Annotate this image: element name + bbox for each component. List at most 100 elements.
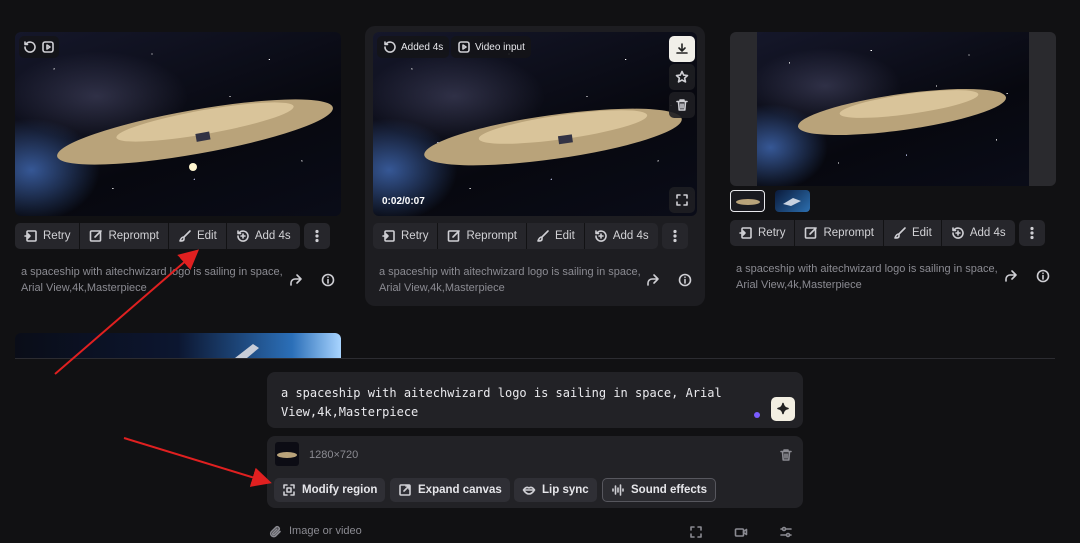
section-divider	[15, 358, 1055, 359]
more-options-button[interactable]	[303, 223, 330, 249]
pencil-square-icon	[805, 227, 818, 239]
edit-button[interactable]: Edit	[883, 220, 942, 246]
sound-effects-button[interactable]: Sound effects	[602, 478, 717, 502]
badge-row	[19, 36, 59, 58]
fullscreen-button[interactable]	[669, 187, 695, 213]
retry-button[interactable]: Retry	[730, 220, 796, 246]
reprompt-label: Reprompt	[466, 230, 517, 242]
reprompt-button[interactable]: Reprompt	[80, 223, 169, 249]
enhance-prompt-button[interactable]	[771, 397, 795, 421]
variant-thumbnail-2[interactable]	[775, 190, 810, 212]
expand-icon	[399, 484, 411, 496]
extend-icon	[237, 230, 249, 242]
favorite-button[interactable]	[669, 64, 695, 90]
timecode: 0:02/0:07	[382, 196, 425, 207]
add-4s-button[interactable]: Add 4s	[941, 220, 1015, 246]
video-description: a spaceship with aitechwizard logo is sa…	[379, 266, 641, 294]
retry-label: Retry	[401, 230, 429, 242]
video-thumbnail-4[interactable]	[15, 333, 341, 358]
video-description: a spaceship with aitechwizard logo is sa…	[21, 266, 283, 294]
add-4s-button[interactable]: Add 4s	[584, 223, 658, 249]
retry-button[interactable]: Retry	[373, 223, 439, 249]
aspect-ratio-button[interactable]	[687, 523, 705, 541]
edit-button[interactable]: Edit	[168, 223, 227, 249]
history-icon	[384, 41, 396, 53]
edit-label: Edit	[911, 227, 932, 239]
share-icon	[1005, 270, 1017, 282]
spaceship-image	[235, 344, 259, 358]
video-player[interactable]: Added 4s Video input 0:02/0:07	[373, 32, 697, 216]
video-thumbnail-3[interactable]	[730, 32, 1056, 186]
sparkle-icon	[777, 402, 789, 415]
retry-icon	[739, 227, 752, 239]
status-dot	[754, 412, 760, 418]
info-icon	[1036, 269, 1050, 283]
share-button[interactable]	[287, 271, 305, 289]
composer-bottom-bar: Image or video	[267, 519, 803, 543]
lips-icon	[522, 486, 536, 495]
info-button[interactable]	[319, 271, 337, 289]
expand-canvas-button[interactable]: Expand canvas	[390, 478, 510, 502]
reprompt-button[interactable]: Reprompt	[795, 220, 884, 246]
edit-label: Edit	[196, 230, 217, 242]
sound-effects-label: Sound effects	[631, 484, 708, 496]
prompt-input[interactable]: a spaceship with aitechwizard logo is sa…	[267, 372, 803, 428]
fullscreen-icon	[676, 194, 688, 206]
sliders-icon	[780, 526, 792, 538]
retry-label: Retry	[43, 230, 71, 242]
card-toolbar-2: Retry Reprompt Edit Add 4s	[373, 223, 688, 249]
video-input-label: Video input	[475, 41, 525, 53]
brush-icon	[179, 230, 191, 242]
share-icon	[290, 274, 302, 286]
info-icon	[321, 273, 335, 287]
trash-icon	[676, 99, 688, 111]
extend-icon	[595, 230, 607, 242]
video-mode-button[interactable]	[732, 523, 750, 541]
card-toolbar-3: Retry Reprompt Edit Add 4s	[730, 220, 1045, 246]
video-input-badge: Video input	[451, 36, 531, 58]
spaceship-image	[797, 88, 1007, 136]
history-icon	[24, 41, 36, 53]
more-options-button[interactable]	[661, 223, 688, 249]
camera-icon	[734, 528, 748, 537]
attach-button[interactable]	[267, 523, 285, 541]
spaceship-image	[736, 199, 760, 205]
video-icon	[458, 41, 470, 53]
more-vertical-icon	[673, 229, 677, 243]
info-icon	[678, 273, 692, 287]
paperclip-icon	[269, 526, 281, 538]
prompt-text[interactable]: a spaceship with aitechwizard logo is sa…	[281, 384, 751, 422]
star-icon	[675, 70, 689, 83]
pencil-square-icon	[448, 230, 461, 242]
more-vertical-icon	[1030, 226, 1034, 240]
share-button[interactable]	[1002, 267, 1020, 285]
download-button[interactable]	[669, 36, 695, 62]
reprompt-button[interactable]: Reprompt	[438, 223, 527, 249]
add-4s-label: Add 4s	[969, 227, 1006, 239]
remove-media-button[interactable]	[777, 446, 795, 464]
video-thumbnail-1[interactable]	[15, 32, 341, 216]
media-thumbnail[interactable]	[275, 442, 299, 466]
spaceship-image	[783, 198, 801, 206]
arrow-to-modify-region	[123, 437, 272, 487]
share-button[interactable]	[644, 271, 662, 289]
settings-button[interactable]	[777, 523, 795, 541]
info-button[interactable]	[1034, 267, 1052, 285]
retry-button[interactable]: Retry	[15, 223, 81, 249]
lip-sync-button[interactable]: Lip sync	[514, 478, 597, 502]
download-icon	[676, 43, 688, 54]
modify-region-button[interactable]: Modify region	[274, 478, 386, 502]
lip-sync-label: Lip sync	[542, 484, 589, 496]
variant-thumbnail-1[interactable]	[730, 190, 765, 212]
pencil-square-icon	[90, 230, 103, 242]
delete-button[interactable]	[669, 92, 695, 118]
reprompt-label: Reprompt	[108, 230, 159, 242]
share-icon	[647, 274, 659, 286]
info-button[interactable]	[676, 271, 694, 289]
retry-icon	[382, 230, 395, 242]
add-4s-button[interactable]: Add 4s	[226, 223, 300, 249]
more-options-button[interactable]	[1018, 220, 1045, 246]
video-icon	[42, 41, 54, 53]
edit-button[interactable]: Edit	[526, 223, 585, 249]
modify-region-label: Modify region	[302, 484, 378, 496]
